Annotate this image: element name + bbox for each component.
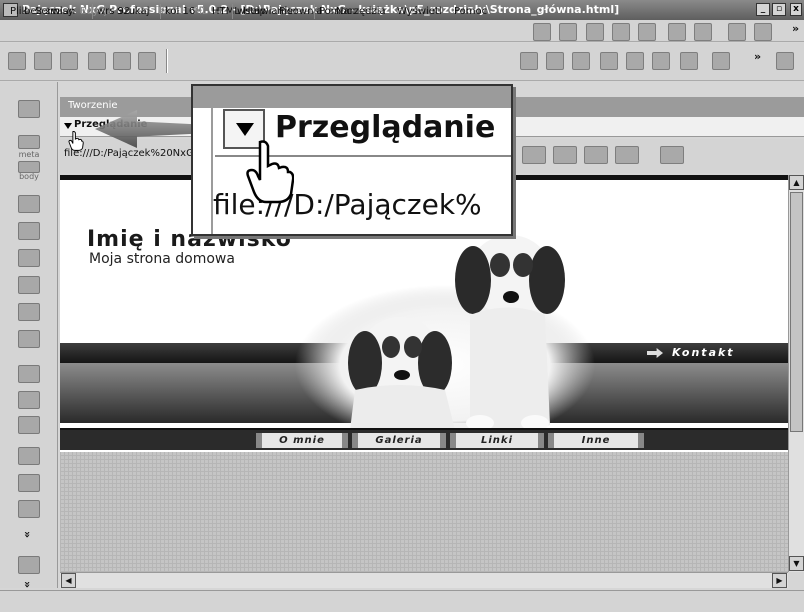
hand-cursor-icon bbox=[246, 140, 294, 204]
nav-linki[interactable]: Linki bbox=[450, 433, 544, 448]
status-column: kol 16 bbox=[160, 4, 228, 19]
hand-cursor-small-icon bbox=[68, 131, 84, 151]
vertical-scroll-thumb[interactable] bbox=[790, 192, 803, 432]
hand-tool-icon[interactable] bbox=[660, 146, 684, 164]
edit-icon[interactable] bbox=[18, 330, 40, 348]
rows-icon[interactable] bbox=[600, 52, 618, 70]
zoom-icon[interactable] bbox=[18, 391, 40, 409]
align-left-icon[interactable] bbox=[18, 276, 40, 294]
puppies-image bbox=[295, 235, 595, 445]
text-field-icon[interactable] bbox=[113, 52, 131, 70]
left-toolbar-more-icon-2[interactable]: » bbox=[21, 581, 34, 588]
scroll-down-icon[interactable]: ▼ bbox=[789, 556, 804, 571]
left-toolbar-more-icon[interactable]: » bbox=[21, 531, 34, 538]
insert-icon[interactable] bbox=[18, 195, 40, 213]
status-changes: bez zmian bbox=[24, 6, 76, 17]
body-label: body bbox=[19, 172, 39, 181]
columns-icon[interactable] bbox=[572, 52, 590, 70]
merge-icon[interactable] bbox=[652, 52, 670, 70]
output-icon[interactable] bbox=[18, 556, 40, 574]
menu-overflow-icon[interactable]: » bbox=[792, 22, 799, 35]
globe-icon[interactable] bbox=[615, 146, 639, 164]
tools-icon[interactable] bbox=[694, 23, 712, 41]
form-icon[interactable] bbox=[586, 23, 604, 41]
nav-inne[interactable]: Inne bbox=[548, 433, 644, 448]
align-icon[interactable] bbox=[34, 52, 52, 70]
star-icon[interactable] bbox=[18, 249, 40, 267]
nav-o-mnie[interactable]: O mnie bbox=[256, 433, 348, 448]
hr-icon[interactable] bbox=[18, 303, 40, 321]
contact-link[interactable]: Kontakt bbox=[672, 346, 735, 359]
cells-icon[interactable] bbox=[626, 52, 644, 70]
zoom-view-mode-label: Przeglądanie bbox=[275, 110, 496, 145]
grid-icon[interactable] bbox=[638, 23, 656, 41]
status-row: wrs 92 bbox=[92, 4, 156, 19]
flag-icon[interactable] bbox=[18, 100, 40, 118]
zoom-dropdown-arrow-icon bbox=[236, 123, 254, 136]
picture-icon[interactable] bbox=[18, 222, 40, 240]
style-icon[interactable] bbox=[18, 474, 40, 492]
scroll-up-icon[interactable]: ▲ bbox=[789, 175, 804, 190]
link-icon[interactable] bbox=[18, 500, 40, 518]
pen-icon[interactable] bbox=[88, 52, 106, 70]
status-help: Pomoc: bbox=[314, 4, 794, 19]
view-mode-dropdown-icon[interactable] bbox=[64, 123, 72, 129]
app-window: Pajączek NxG Professional v5.0.2 - [D:\P… bbox=[0, 0, 804, 612]
toolbar-overflow-icon[interactable]: » bbox=[754, 50, 761, 63]
table-grid-icon[interactable] bbox=[546, 52, 564, 70]
undo-icon[interactable] bbox=[668, 23, 686, 41]
heading-icon[interactable] bbox=[8, 52, 26, 70]
find-icon[interactable] bbox=[553, 146, 577, 164]
wizard-icon[interactable] bbox=[754, 23, 772, 41]
frame-icon[interactable] bbox=[712, 52, 730, 70]
horizontal-scrollbar[interactable] bbox=[60, 572, 788, 588]
script-icon[interactable] bbox=[18, 447, 40, 465]
font-icon[interactable] bbox=[138, 52, 156, 70]
browser-icon[interactable] bbox=[522, 146, 546, 164]
tab-tworzenie[interactable]: Tworzenie bbox=[68, 100, 118, 111]
scroll-right-icon[interactable]: ▶ bbox=[772, 573, 787, 588]
list-icon[interactable] bbox=[520, 52, 538, 70]
page-pattern-area bbox=[60, 452, 788, 572]
toolbar-separator bbox=[166, 49, 168, 73]
status-bar bbox=[0, 590, 804, 612]
preview-icon[interactable] bbox=[612, 23, 630, 41]
zoom-callout: Przeglądanie file:///D:/Pajączek% bbox=[191, 84, 513, 236]
scroll-left-icon[interactable]: ◀ bbox=[61, 573, 76, 588]
table-icon[interactable] bbox=[559, 23, 577, 41]
image-icon[interactable] bbox=[533, 23, 551, 41]
meta-label: meta bbox=[18, 150, 40, 159]
paragraph-icon[interactable] bbox=[60, 52, 78, 70]
site-subtitle: Moja strona domowa bbox=[89, 251, 235, 267]
layout-icon[interactable] bbox=[680, 52, 698, 70]
status-mode: wstawianie bbox=[232, 4, 310, 19]
zoom-tab-strip bbox=[193, 86, 511, 108]
config-icon[interactable] bbox=[776, 52, 794, 70]
image-view-icon[interactable] bbox=[584, 146, 608, 164]
nav-galeria[interactable]: Galeria bbox=[352, 433, 446, 448]
search-icon[interactable] bbox=[18, 365, 40, 383]
ruler-icon[interactable] bbox=[18, 416, 40, 434]
meta-icon[interactable] bbox=[18, 135, 40, 149]
publish-icon[interactable] bbox=[728, 23, 746, 41]
